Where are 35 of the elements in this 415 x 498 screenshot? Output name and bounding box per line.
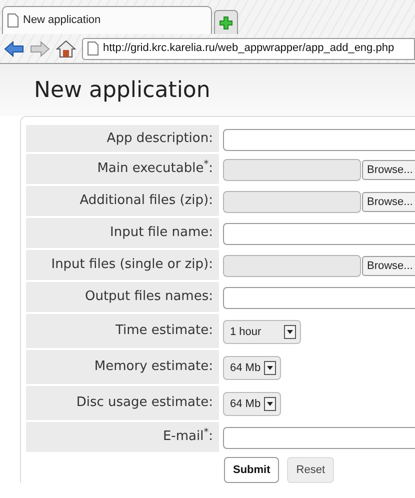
dropdown-value: 1 hour xyxy=(230,324,262,340)
field-label: App description: xyxy=(106,130,213,148)
text-field[interactable] xyxy=(223,128,415,150)
dropdown[interactable]: 64 Mb xyxy=(223,392,281,416)
field-label: Memory estimate: xyxy=(94,358,213,376)
plus-icon xyxy=(219,16,233,30)
back-arrow-icon[interactable] xyxy=(4,40,24,56)
forward-arrow-icon[interactable] xyxy=(30,40,50,56)
home-icon[interactable] xyxy=(56,40,76,58)
field-label: E-mail$^{*}$: xyxy=(162,427,213,446)
field-label: Input files (single or zip): xyxy=(51,256,213,274)
field-label: Time estimate: xyxy=(115,322,213,340)
submit-button[interactable]: Submit xyxy=(224,457,280,483)
text-field[interactable] xyxy=(223,223,415,245)
text-field[interactable] xyxy=(223,427,415,449)
dropdown-value: 64 Mb xyxy=(230,360,261,376)
reset-button[interactable]: Reset xyxy=(287,457,334,483)
address-bar[interactable]: http://grid.krc.karelia.ru/web_appwrapper/app_add_eng.php xyxy=(82,38,415,60)
page-icon xyxy=(87,41,99,56)
page-title: New application xyxy=(34,76,210,104)
page-icon xyxy=(7,13,19,28)
field-label: Output files names: xyxy=(84,288,213,306)
browse-button[interactable]: Browse... xyxy=(362,160,415,180)
new-tab-button[interactable] xyxy=(214,10,238,34)
dropdown[interactable]: 64 Mb xyxy=(223,356,281,380)
browse-button[interactable]: Browse... xyxy=(362,256,415,276)
field-label: Main executable$^{*}$: xyxy=(97,159,213,178)
dropdown-value: 64 Mb xyxy=(230,396,261,412)
browser-tab[interactable]: New application xyxy=(2,6,212,34)
field-label: Additional files (zip): xyxy=(80,192,213,210)
field-label: Input file name: xyxy=(110,224,213,242)
dropdown[interactable]: 1 hour xyxy=(223,320,301,344)
text-field[interactable] xyxy=(223,287,415,309)
browse-button[interactable]: Browse... xyxy=(362,192,415,212)
field-label: Disc usage estimate: xyxy=(76,394,213,412)
